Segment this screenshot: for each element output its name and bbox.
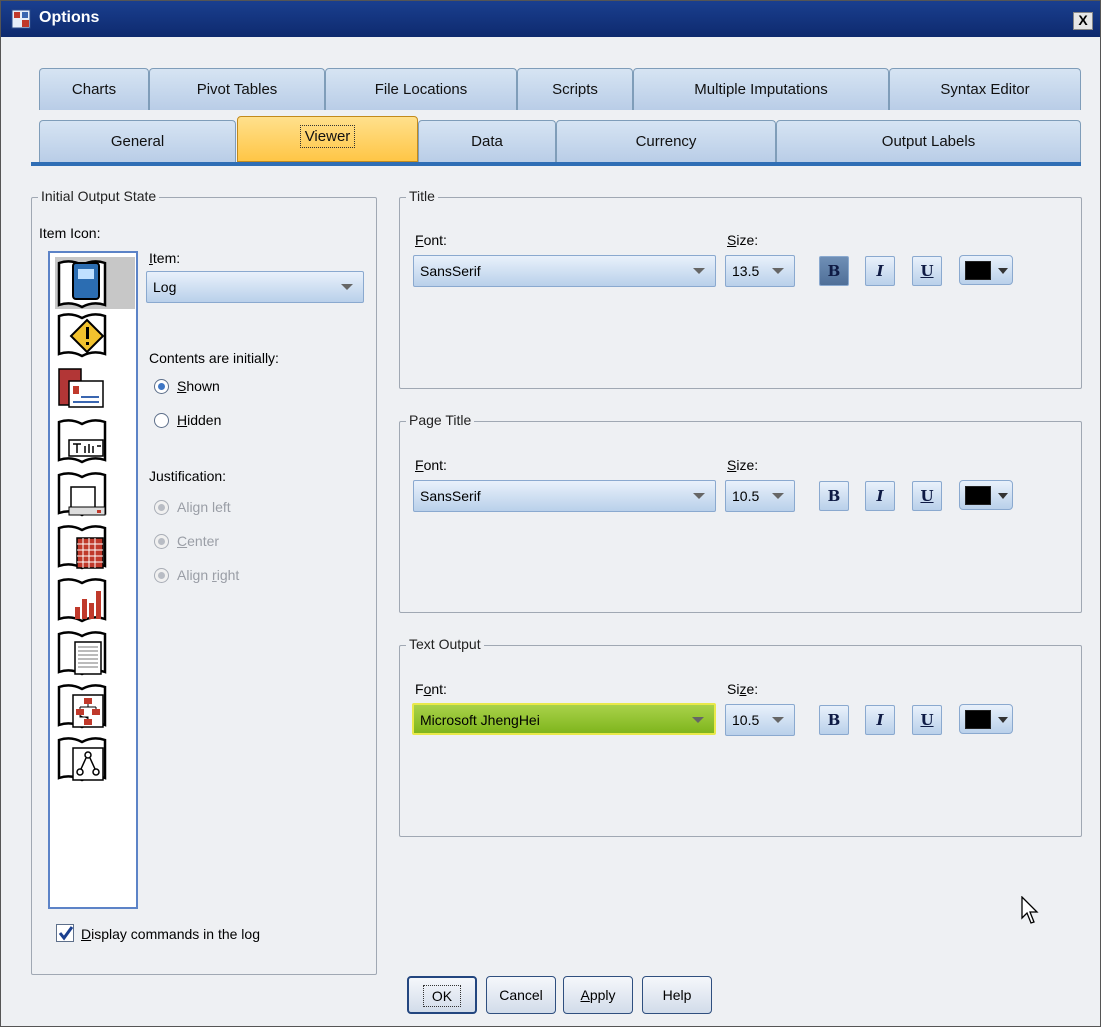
contents-label: Contents are initially: bbox=[149, 350, 279, 366]
title-size-select[interactable]: 13.5 bbox=[725, 255, 795, 287]
color-swatch bbox=[965, 261, 991, 280]
chart-icon[interactable] bbox=[55, 575, 109, 627]
window-title: Options bbox=[39, 9, 100, 26]
item-select[interactable]: Log bbox=[146, 271, 364, 303]
chevron-down-icon bbox=[998, 717, 1008, 723]
chevron-down-icon bbox=[772, 717, 784, 723]
align-right-label: Align right bbox=[177, 567, 240, 583]
text-output-icon[interactable] bbox=[55, 628, 109, 680]
display-commands-label: Display commands in the log bbox=[81, 926, 260, 942]
log-icon[interactable] bbox=[55, 257, 135, 309]
tab-pivot-tables[interactable]: Pivot Tables bbox=[149, 68, 325, 110]
title-bar: Options X bbox=[1, 1, 1100, 37]
align-right-radio[interactable] bbox=[154, 568, 169, 583]
ok-button[interactable]: OK bbox=[407, 976, 477, 1014]
pivot-table-icon[interactable] bbox=[55, 522, 109, 574]
tab-viewer[interactable]: Viewer bbox=[237, 116, 418, 162]
chevron-down-icon bbox=[341, 284, 353, 290]
shown-radio[interactable] bbox=[154, 379, 169, 394]
color-swatch bbox=[965, 710, 991, 729]
app-icon bbox=[11, 9, 31, 29]
checkmark-icon bbox=[58, 926, 74, 941]
text-output-font-select[interactable]: Microsoft JhengHei bbox=[412, 703, 716, 735]
chevron-down-icon bbox=[998, 268, 1008, 274]
tab-general[interactable]: General bbox=[39, 120, 236, 162]
chevron-down-icon bbox=[998, 493, 1008, 499]
tab-multiple-imputations[interactable]: Multiple Imputations bbox=[633, 68, 889, 110]
chevron-down-icon bbox=[772, 493, 784, 499]
chevron-down-icon bbox=[693, 493, 705, 499]
text-output-bold-button[interactable]: B bbox=[819, 705, 849, 735]
tab-currency[interactable]: Currency bbox=[556, 120, 776, 162]
group-title: Title bbox=[406, 188, 438, 204]
mouse-cursor-icon bbox=[1021, 896, 1039, 924]
item-icon-label: Item Icon: bbox=[39, 225, 101, 241]
page-title-color-button[interactable] bbox=[959, 480, 1013, 510]
page-title-italic-button[interactable]: I bbox=[865, 481, 895, 511]
notes-icon[interactable] bbox=[55, 363, 109, 415]
group-title: Text Output bbox=[406, 636, 484, 652]
align-left-radio[interactable] bbox=[154, 500, 169, 515]
item-label: Item: bbox=[149, 250, 181, 266]
chevron-down-icon bbox=[772, 268, 784, 274]
tab-output-labels[interactable]: Output Labels bbox=[776, 120, 1081, 162]
title-bold-button[interactable]: B bbox=[819, 256, 849, 286]
warning-icon[interactable] bbox=[55, 310, 109, 362]
title-font-label: Font: bbox=[415, 232, 447, 248]
title-color-button[interactable] bbox=[959, 255, 1013, 285]
tree-model-icon[interactable] bbox=[55, 681, 109, 733]
hidden-label: Hidden bbox=[177, 412, 222, 428]
tab-syntax-editor[interactable]: Syntax Editor bbox=[889, 68, 1081, 110]
page-title-font-select[interactable]: SansSerif bbox=[413, 480, 716, 512]
shown-label: Shown bbox=[177, 378, 220, 394]
text-output-size-select[interactable]: 10.5 bbox=[725, 704, 795, 736]
center-radio[interactable] bbox=[154, 534, 169, 549]
chevron-down-icon bbox=[692, 717, 704, 723]
page-title-icon[interactable] bbox=[55, 469, 109, 521]
text-output-color-button[interactable] bbox=[959, 704, 1013, 734]
tab-charts[interactable]: Charts bbox=[39, 68, 149, 110]
page-title-bold-button[interactable]: B bbox=[819, 481, 849, 511]
tab-scripts[interactable]: Scripts bbox=[517, 68, 633, 110]
page-title-font-label: Font: bbox=[415, 457, 447, 473]
page-title-underline-button[interactable]: U bbox=[912, 481, 942, 511]
item-icon-list[interactable] bbox=[48, 251, 138, 909]
group-title: Initial Output State bbox=[38, 188, 160, 204]
title-size-label: Size: bbox=[727, 232, 759, 248]
display-commands-checkbox[interactable] bbox=[56, 924, 74, 942]
align-left-label: Align left bbox=[177, 499, 231, 515]
tab-underbar bbox=[31, 162, 1081, 166]
title-font-select[interactable]: SansSerif bbox=[413, 255, 716, 287]
title-italic-button[interactable]: I bbox=[865, 256, 895, 286]
color-swatch bbox=[965, 486, 991, 505]
text-output-size-label: Size: bbox=[727, 681, 759, 697]
text-output-group: Text Output bbox=[399, 636, 1082, 837]
text-output-underline-button[interactable]: U bbox=[912, 705, 942, 735]
options-dialog: Options X Charts Pivot Tables File Locat… bbox=[0, 0, 1101, 1027]
center-label: Center bbox=[177, 533, 220, 549]
text-output-font-label: Font: bbox=[415, 681, 447, 697]
tab-data[interactable]: Data bbox=[418, 120, 556, 162]
group-title: Page Title bbox=[406, 412, 475, 428]
cancel-button[interactable]: Cancel bbox=[486, 976, 556, 1014]
page-title-group: Page Title bbox=[399, 412, 1082, 613]
tab-file-locations[interactable]: File Locations bbox=[325, 68, 517, 110]
hidden-radio[interactable] bbox=[154, 413, 169, 428]
title-group: Title bbox=[399, 188, 1082, 389]
model-viewer-icon[interactable] bbox=[55, 734, 109, 786]
apply-button[interactable]: Apply bbox=[563, 976, 633, 1014]
text-output-italic-button[interactable]: I bbox=[865, 705, 895, 735]
title-icon[interactable] bbox=[55, 416, 109, 468]
close-button[interactable]: X bbox=[1073, 12, 1093, 30]
help-button[interactable]: Help bbox=[642, 976, 712, 1014]
justification-label: Justification: bbox=[149, 468, 227, 484]
page-title-size-select[interactable]: 10.5 bbox=[725, 480, 795, 512]
title-underline-button[interactable]: U bbox=[912, 256, 942, 286]
page-title-size-label: Size: bbox=[727, 457, 759, 473]
chevron-down-icon bbox=[693, 268, 705, 274]
